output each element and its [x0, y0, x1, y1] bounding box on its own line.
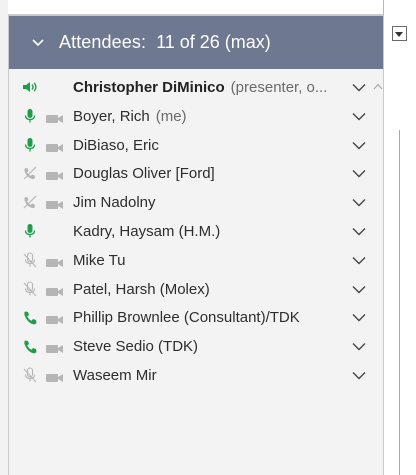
attendee-name: DiBiaso, Eric: [73, 137, 159, 154]
phone-muted-icon: [21, 165, 39, 181]
attendee-row[interactable]: Phillip Brownlee (Consultant)/TDK: [9, 303, 383, 332]
camera-icon: [45, 168, 65, 181]
background-divider: [383, 0, 384, 14]
attendee-name: Mike Tu: [73, 252, 126, 269]
microphone-icon: [21, 137, 39, 153]
attendee-menu-chevron-icon[interactable]: [352, 371, 366, 380]
muted-microphone-icon: [21, 281, 39, 297]
background-divider: [399, 130, 400, 475]
attendee-menu-chevron-icon[interactable]: [352, 83, 366, 92]
attendee-menu-chevron-icon[interactable]: [352, 256, 366, 265]
attendee-row[interactable]: Jim Nadolny: [9, 188, 383, 217]
attendee-menu-chevron-icon[interactable]: [352, 313, 366, 322]
attendee-name-text: Christopher DiMinico: [73, 79, 225, 96]
attendee-name-text: Phillip Brownlee (Consultant)/TDK: [73, 309, 300, 327]
muted-microphone-icon: [21, 252, 39, 268]
attendee-menu-chevron-icon[interactable]: [352, 227, 366, 236]
camera-icon: [45, 197, 65, 210]
attendee-row[interactable]: Mike Tu: [9, 246, 383, 275]
attendee-name-text: Mike Tu: [73, 251, 126, 269]
attendee-name-text: DiBiaso, Eric: [73, 136, 159, 154]
attendee-name-text: Kadry, Haysam (H.M.): [73, 222, 221, 240]
attendee-menu-chevron-icon[interactable]: [352, 141, 366, 150]
camera-icon: [45, 370, 65, 382]
phone-icon: [21, 309, 39, 325]
collapse-chevron-icon[interactable]: [31, 36, 45, 50]
attendee-menu-chevron-icon[interactable]: [352, 169, 366, 178]
phone-muted-icon: [21, 194, 39, 210]
camera-icon: [45, 312, 65, 325]
microphone-icon: [21, 223, 39, 239]
camera-icon: [45, 284, 65, 296]
attendee-name-text: Steve Sedio (TDK): [73, 338, 199, 356]
attendee-row[interactable]: Waseem Mir: [9, 361, 383, 390]
camera-icon: [45, 140, 65, 152]
attendee-name-text: Jim Nadolny: [73, 194, 156, 212]
attendee-row[interactable]: Patel, Harsh (Molex): [9, 275, 383, 304]
dropdown-arrow-icon: [395, 32, 403, 37]
attendee-name: Phillip Brownlee (Consultant)/TDK: [73, 309, 300, 326]
attendee-name-text: Patel, Harsh (Molex): [73, 280, 210, 298]
camera-icon: [45, 111, 65, 123]
background-left-strip: [0, 0, 8, 475]
attendee-name: Christopher DiMinico (presenter, o...: [73, 79, 327, 96]
panel-title: Attendees:: [59, 32, 147, 52]
microphone-icon: [21, 108, 39, 124]
phone-icon: [21, 338, 39, 354]
attendees-panel: Attendees: 11 of 26 (max) Christopher Di…: [8, 15, 384, 475]
scroll-up-icon[interactable]: [373, 83, 383, 90]
attendee-menu-chevron-icon[interactable]: [352, 112, 366, 121]
attendee-menu-chevron-icon[interactable]: [352, 342, 366, 351]
attendee-row[interactable]: Douglas Oliver [Ford]: [9, 159, 383, 188]
attendee-name-text: Boyer, Rich: [73, 107, 150, 125]
attendee-name: Boyer, Rich (me): [73, 108, 187, 125]
attendee-menu-chevron-icon[interactable]: [352, 198, 366, 207]
attendee-row[interactable]: DiBiaso, Eric: [9, 131, 383, 160]
attendee-name: Douglas Oliver [Ford]: [73, 165, 215, 182]
attendee-name: Patel, Harsh (Molex): [73, 281, 210, 298]
attendee-row[interactable]: Steve Sedio (TDK): [9, 332, 383, 361]
attendee-row[interactable]: Kadry, Haysam (H.M.): [9, 217, 383, 246]
attendee-row[interactable]: Christopher DiMinico (presenter, o...: [9, 73, 383, 102]
attendee-name: Waseem Mir: [73, 367, 157, 384]
attendee-name: Jim Nadolny: [73, 194, 156, 211]
camera-icon: [45, 255, 65, 267]
camera-icon: [45, 341, 65, 354]
attendees-header[interactable]: Attendees: 11 of 26 (max): [9, 16, 383, 69]
speaker-icon: [21, 79, 39, 95]
attendee-count: 11 of 26 (max): [156, 32, 271, 52]
attendee-name-text: Waseem Mir: [73, 366, 157, 384]
attendee-name: Steve Sedio (TDK): [73, 338, 198, 355]
attendee-role: (me): [155, 107, 187, 125]
attendee-row[interactable]: Boyer, Rich (me): [9, 102, 383, 131]
attendee-menu-chevron-icon[interactable]: [352, 285, 366, 294]
attendee-name: Kadry, Haysam (H.M.): [73, 223, 220, 240]
attendee-name-text: Douglas Oliver [Ford]: [73, 165, 215, 183]
muted-microphone-icon: [21, 367, 39, 383]
attendee-role: (presenter, o...: [230, 79, 328, 96]
attendee-list: Christopher DiMinico (presenter, o... Boye…: [9, 73, 383, 390]
